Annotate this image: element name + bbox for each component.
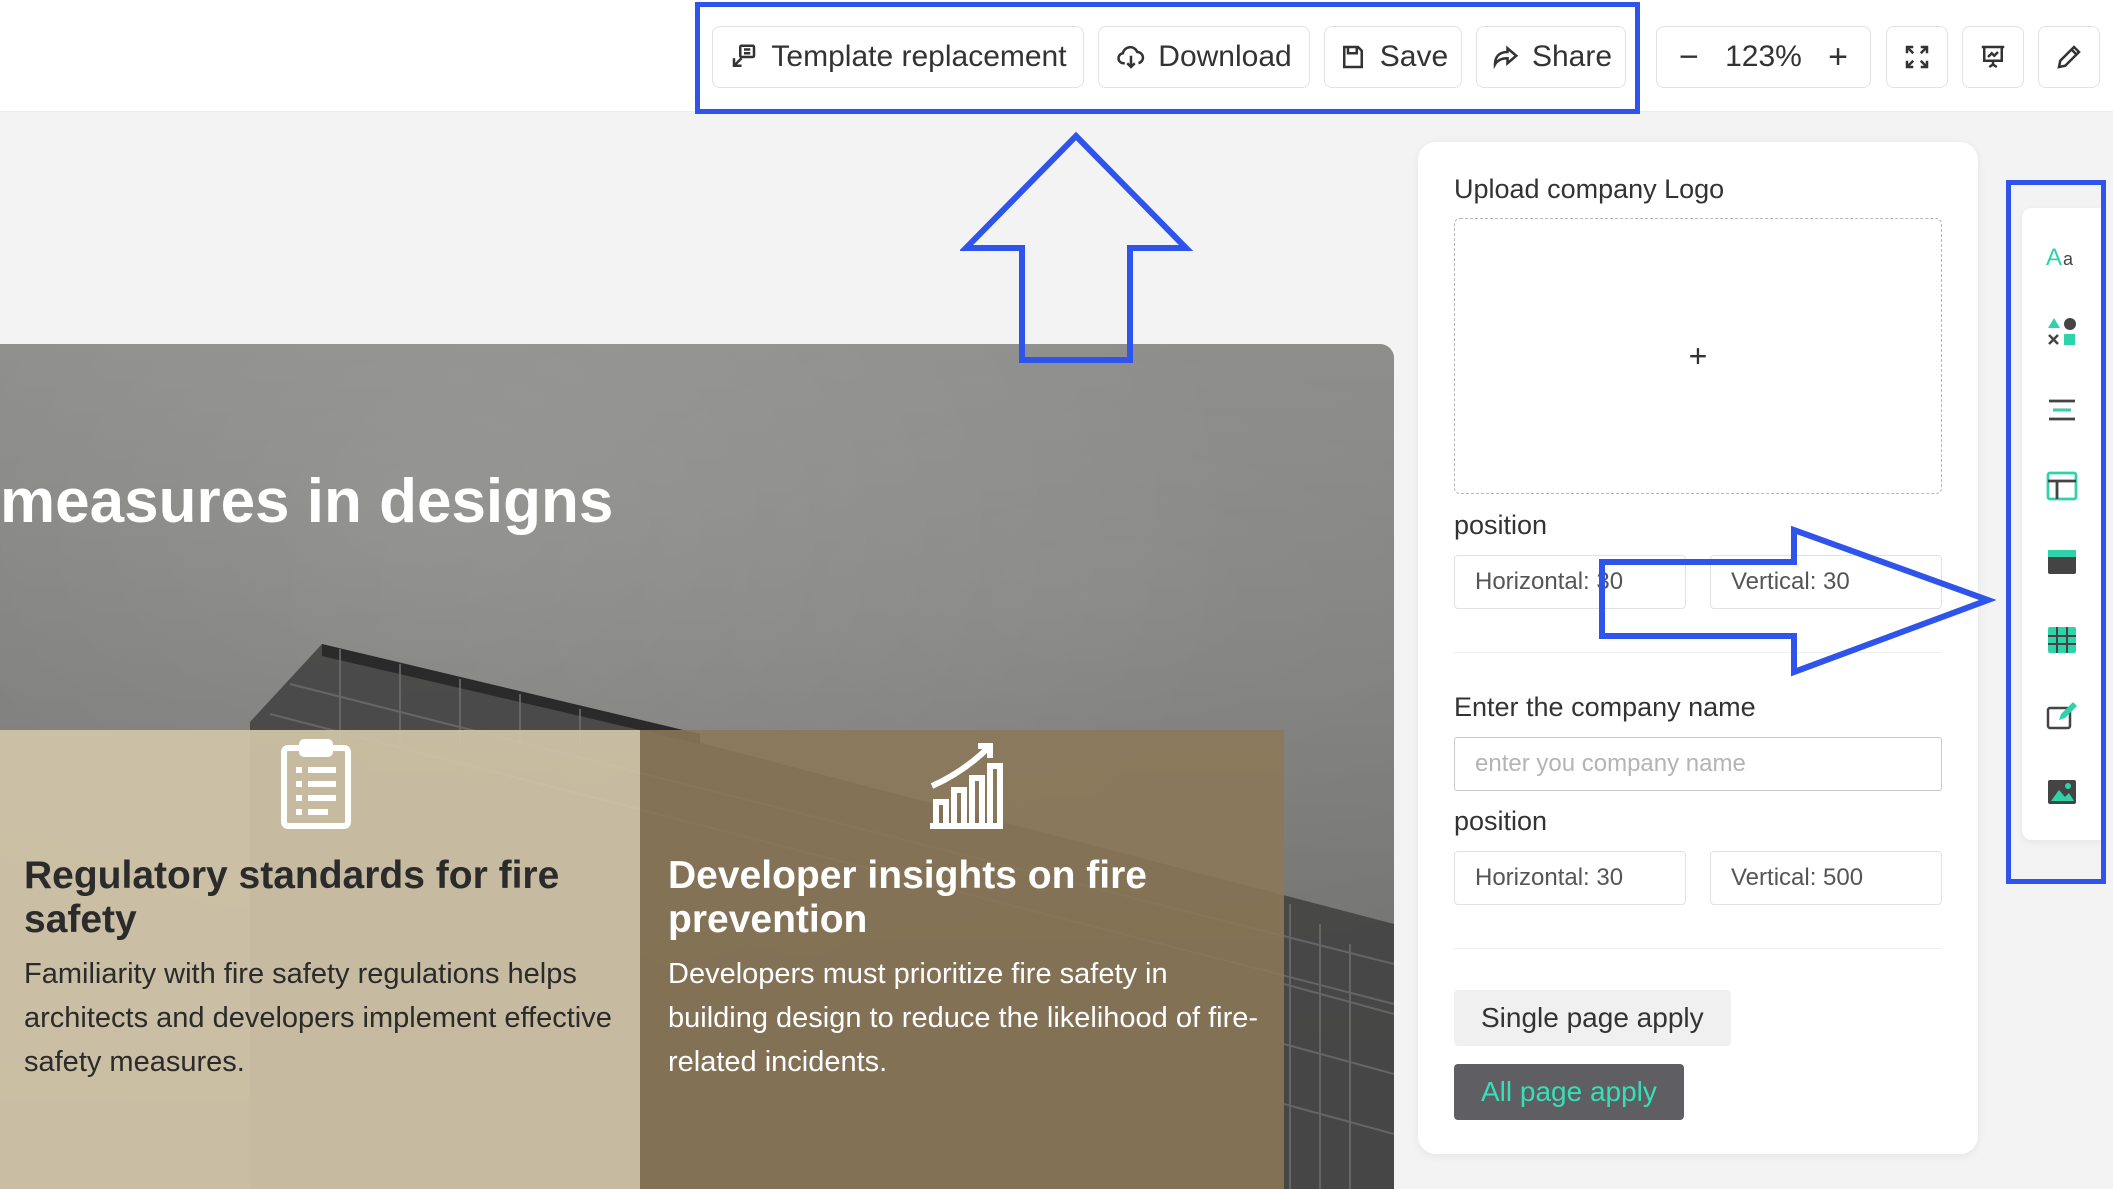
company-name-label: Enter the company name	[1454, 692, 1756, 722]
divider	[1454, 948, 1942, 949]
zoom-out-button[interactable]: −	[1679, 40, 1699, 74]
layout-icon[interactable]	[2040, 464, 2084, 508]
name-vertical-input[interactable]: Vertical: 500	[1710, 851, 1942, 905]
cloud-download-icon	[1117, 45, 1145, 69]
slide-canvas[interactable]: measures in designs Regulatory standards…	[0, 344, 1394, 1189]
plus-icon: +	[1688, 337, 1708, 374]
logo-position-label: position	[1454, 510, 1548, 540]
save-button[interactable]: Save	[1324, 26, 1462, 88]
card-body: Developers must prioritize fire safety i…	[668, 958, 1259, 1078]
company-name-input[interactable]	[1454, 737, 1942, 791]
table-icon[interactable]	[2040, 618, 2084, 662]
edit-button[interactable]	[2038, 26, 2100, 88]
right-tool-sidebar: Aa	[2022, 208, 2102, 840]
fullscreen-icon	[1905, 45, 1929, 69]
card-title: Regulatory standards for fire safety	[24, 854, 560, 941]
name-horizontal-value: Horizontal: 30	[1475, 864, 1624, 891]
zoom-in-button[interactable]: +	[1828, 40, 1848, 74]
zoom-value: 123%	[1725, 40, 1802, 73]
align-icon[interactable]	[2040, 388, 2084, 432]
logo-upload-area[interactable]: +	[1454, 218, 1942, 494]
slide-title[interactable]: measures in designs	[0, 466, 613, 537]
single-page-apply-button[interactable]: Single page apply	[1454, 990, 1731, 1046]
top-toolbar: Template replacement Download Save Share…	[0, 0, 2113, 112]
name-vertical-value: Vertical: 500	[1731, 864, 1864, 891]
arrow-right-icon	[1599, 525, 1996, 677]
arrow-up-icon	[960, 131, 1194, 363]
info-card-regulatory[interactable]: Regulatory standards for fire safety Fam…	[0, 730, 640, 1189]
share-icon	[1493, 45, 1519, 70]
text-icon[interactable]: Aa	[2040, 234, 2084, 278]
info-card-developer[interactable]: Developer insights on fire prevention De…	[640, 730, 1284, 1189]
upload-logo-label: Upload company Logo	[1454, 174, 1725, 204]
svg-text:a: a	[2063, 249, 2074, 269]
share-label: Share	[1531, 40, 1613, 73]
template-replacement-button[interactable]: Template replacement	[712, 26, 1084, 88]
fullscreen-button[interactable]	[1886, 26, 1948, 88]
svg-text:A: A	[2046, 244, 2062, 271]
image-icon[interactable]	[2040, 770, 2084, 814]
card-title: Developer insights on fire prevention	[668, 854, 1147, 941]
shapes-icon[interactable]	[2040, 310, 2084, 354]
pencil-icon	[2057, 45, 2081, 69]
share-button[interactable]: Share	[1476, 26, 1626, 88]
save-icon	[1342, 45, 1363, 69]
background-icon[interactable]	[2040, 540, 2084, 584]
save-label: Save	[1379, 40, 1449, 73]
download-label: Download	[1158, 40, 1292, 73]
clipboard-icon	[276, 738, 356, 830]
growth-chart-icon	[926, 738, 1006, 830]
presentation-icon	[1981, 45, 2005, 69]
template-replacement-label: Template replacement	[771, 40, 1067, 73]
zoom-control: − 123% +	[1656, 26, 1871, 88]
template-icon	[733, 44, 756, 67]
name-horizontal-input[interactable]: Horizontal: 30	[1454, 851, 1686, 905]
presentation-button[interactable]	[1962, 26, 2024, 88]
card-body: Familiarity with fire safety regulations…	[24, 958, 612, 1078]
name-position-label: position	[1454, 806, 1548, 836]
download-button[interactable]: Download	[1098, 26, 1310, 88]
all-page-apply-button[interactable]: All page apply	[1454, 1064, 1684, 1120]
edit-note-icon[interactable]	[2040, 694, 2084, 738]
